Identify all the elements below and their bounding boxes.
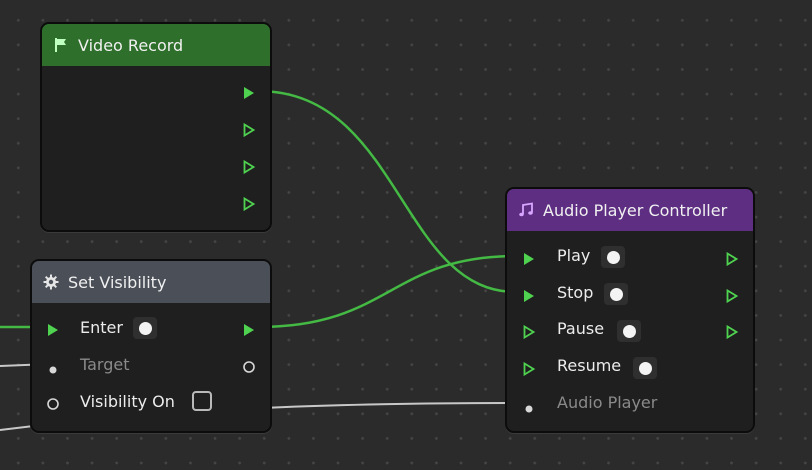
stop-label: Stop bbox=[557, 283, 594, 302]
enter-input-port[interactable] bbox=[46, 322, 60, 341]
visibility-on-checkbox[interactable] bbox=[192, 391, 212, 411]
visibility-on-label: Visibility On bbox=[80, 392, 175, 411]
video-record-header[interactable]: Video Record bbox=[42, 24, 270, 66]
video-record-output-3-port[interactable] bbox=[242, 159, 256, 178]
video-record-node[interactable]: Video Record bbox=[40, 22, 272, 232]
wire-video-record-to-stop[interactable] bbox=[257, 89, 517, 294]
play-output-port[interactable] bbox=[725, 251, 739, 270]
play-label: Play bbox=[557, 246, 591, 265]
music-note-icon bbox=[517, 201, 535, 219]
pause-input-port[interactable] bbox=[522, 324, 536, 343]
visibility-on-input-port[interactable] bbox=[46, 396, 60, 415]
target-output-port[interactable] bbox=[242, 359, 256, 378]
set-visibility-title: Set Visibility bbox=[68, 272, 167, 292]
enter-value-knob[interactable] bbox=[133, 317, 157, 339]
audio-player-label: Audio Player bbox=[557, 393, 658, 412]
stop-output-port[interactable] bbox=[725, 288, 739, 307]
audio-player-controller-node[interactable]: Audio Player Controller Play Stop Pause … bbox=[505, 187, 755, 433]
stop-input-port[interactable] bbox=[522, 288, 536, 307]
wire-set-visibility-to-play[interactable] bbox=[257, 254, 517, 329]
play-input-port[interactable] bbox=[522, 251, 536, 270]
pause-value-knob[interactable] bbox=[617, 320, 641, 342]
target-input-port[interactable] bbox=[48, 360, 58, 379]
target-label: Target bbox=[80, 355, 130, 374]
play-value-knob[interactable] bbox=[601, 246, 625, 268]
set-visibility-header[interactable]: Set Visibility bbox=[32, 261, 270, 303]
audio-player-controller-title: Audio Player Controller bbox=[543, 200, 728, 220]
video-record-output-2-port[interactable] bbox=[242, 122, 256, 141]
gear-icon bbox=[42, 273, 60, 291]
enter-label: Enter bbox=[80, 318, 123, 337]
resume-value-knob[interactable] bbox=[633, 357, 657, 379]
video-record-title: Video Record bbox=[78, 35, 184, 55]
resume-input-port[interactable] bbox=[522, 361, 536, 380]
video-record-output-4-port[interactable] bbox=[242, 196, 256, 215]
resume-label: Resume bbox=[557, 356, 622, 375]
set-visibility-output-port[interactable] bbox=[242, 322, 256, 341]
pause-output-port[interactable] bbox=[725, 324, 739, 343]
video-record-output-1-port[interactable] bbox=[242, 85, 256, 104]
pause-label: Pause bbox=[557, 319, 605, 338]
stop-value-knob[interactable] bbox=[604, 283, 628, 305]
set-visibility-node[interactable]: Set Visibility Enter Target Visibility O… bbox=[30, 259, 272, 433]
audio-player-input-port[interactable] bbox=[524, 399, 534, 418]
flag-icon bbox=[52, 36, 70, 54]
audio-player-controller-header[interactable]: Audio Player Controller bbox=[507, 189, 753, 231]
